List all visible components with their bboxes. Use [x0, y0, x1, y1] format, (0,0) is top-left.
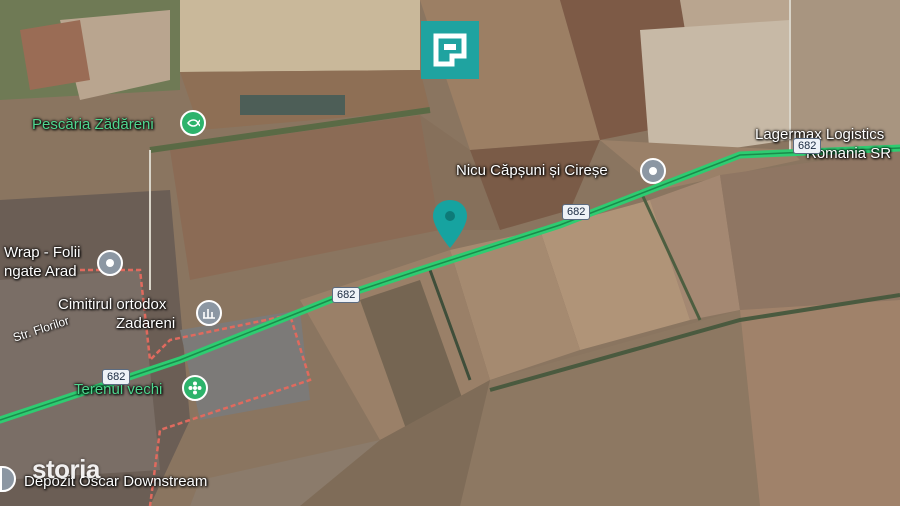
fish-icon[interactable] — [180, 110, 206, 136]
location-dot-icon[interactable] — [97, 250, 123, 276]
road-shield-682: 682 — [332, 287, 361, 303]
road-shield-682: 682 — [793, 138, 822, 154]
poi-pescaria-label[interactable]: Pescăria Zădăreni — [32, 116, 154, 133]
storia-watermark: storia — [32, 454, 100, 484]
poi-nicu-label[interactable]: Nicu Căpșuni și Cireșe — [456, 162, 608, 179]
road-shield-682: 682 — [562, 204, 591, 220]
road-shield-682: 682 — [102, 369, 131, 385]
poi-cimitirul-label-line2[interactable]: Zadareni — [116, 315, 175, 332]
poi-wrap-label-line2[interactable]: ngate Arad — [4, 263, 77, 280]
cemetery-icon[interactable] — [196, 300, 222, 326]
park-icon[interactable] — [182, 375, 208, 401]
location-dot-icon[interactable] — [640, 158, 666, 184]
poi-cimitirul-label-line1[interactable]: Cimitirul ortodox — [58, 296, 166, 313]
brand-logo-icon — [421, 21, 479, 79]
poi-wrap-label-line1[interactable]: Wrap - Folii — [4, 244, 80, 261]
